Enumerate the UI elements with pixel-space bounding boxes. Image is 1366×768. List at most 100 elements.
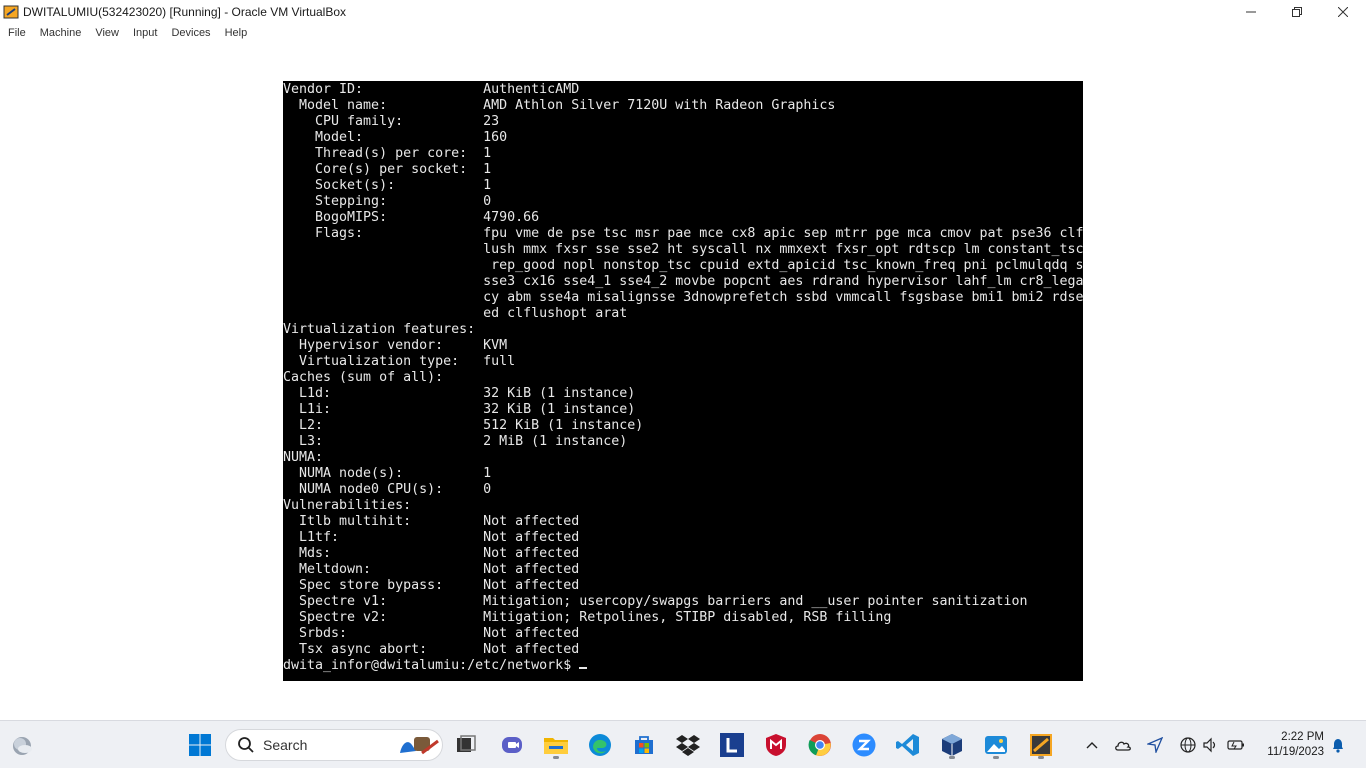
vscode-button[interactable] bbox=[892, 729, 924, 761]
terminal-line: lush mmx fxsr sse sse2 ht syscall nx mmx… bbox=[283, 242, 1083, 257]
terminal-line: Stepping: 0 bbox=[283, 194, 492, 209]
virtualbox-icon bbox=[942, 734, 962, 756]
terminal-line: Virtualization features: bbox=[283, 322, 476, 337]
terminal-line: Thread(s) per core: 1 bbox=[283, 146, 492, 161]
virtualbox-button[interactable] bbox=[936, 729, 968, 761]
terminal-line: Core(s) per socket: 1 bbox=[283, 162, 492, 177]
terminal-line: Virtualization type: full bbox=[283, 354, 516, 369]
restore-button[interactable] bbox=[1274, 0, 1320, 23]
chrome-button[interactable] bbox=[804, 729, 836, 761]
volume-tray-button[interactable] bbox=[1200, 735, 1220, 755]
close-button[interactable] bbox=[1320, 0, 1366, 23]
running-indicator bbox=[1038, 756, 1044, 759]
search-label: Search bbox=[263, 737, 308, 753]
zoom-icon bbox=[852, 733, 876, 757]
edge-button[interactable] bbox=[584, 729, 616, 761]
terminal-line: ed clflushopt arat bbox=[283, 306, 628, 321]
menu-devices[interactable]: Devices bbox=[164, 23, 217, 43]
widgets-button[interactable] bbox=[6, 729, 38, 761]
terminal-line: CPU family: 23 bbox=[283, 114, 500, 129]
mcafee-icon bbox=[766, 734, 786, 756]
store-button[interactable] bbox=[628, 729, 660, 761]
terminal-line: Vendor ID: AuthenticAMD bbox=[283, 82, 580, 97]
running-indicator bbox=[553, 756, 559, 759]
minimize-icon bbox=[1246, 11, 1256, 12]
taskbar-search[interactable]: Search bbox=[225, 729, 443, 761]
terminal-line: Meltdown: Not affected bbox=[283, 562, 580, 577]
running-indicator bbox=[993, 756, 999, 759]
start-icon bbox=[189, 734, 211, 756]
terminal-line: Model name: AMD Athlon Silver 7120U with… bbox=[283, 98, 836, 113]
menu-bar: File Machine View Input Devices Help bbox=[0, 23, 1366, 43]
onedrive-icon bbox=[1115, 741, 1131, 751]
terminal-line: Model: 160 bbox=[283, 130, 508, 145]
minimize-button[interactable] bbox=[1228, 0, 1274, 23]
terminal-prompt-line: dwita_infor@dwitalumiu:/etc/network$ bbox=[283, 658, 1083, 674]
teams-icon bbox=[502, 737, 522, 753]
chevron-up-icon bbox=[1086, 742, 1098, 749]
show-hidden-icons-button[interactable] bbox=[1082, 735, 1102, 755]
widgets-icon bbox=[13, 737, 32, 755]
terminal-line: cy abm sse4a misalignsse 3dnowprefetch s… bbox=[283, 290, 1083, 305]
taskbar: Search 2:22 PM 11/19/2023 bbox=[0, 720, 1366, 768]
restore-icon bbox=[1292, 6, 1302, 17]
l-app-icon bbox=[720, 733, 744, 757]
terminal-line: Srbds: Not affected bbox=[283, 626, 580, 641]
l-app-button[interactable] bbox=[716, 729, 748, 761]
file-explorer-button[interactable] bbox=[540, 729, 572, 761]
photos-icon bbox=[985, 736, 1007, 754]
terminal-line: sse3 cx16 sse4_1 sse4_2 movbe popcnt aes… bbox=[283, 274, 1083, 289]
terminal-line: Itlb multihit: Not affected bbox=[283, 514, 580, 529]
clock-time: 2:22 PM bbox=[1281, 731, 1324, 743]
notification-bell-icon bbox=[1333, 739, 1343, 753]
menu-file[interactable]: File bbox=[1, 23, 33, 43]
dropbox-button[interactable] bbox=[672, 729, 704, 761]
search-icon bbox=[238, 737, 254, 753]
vscode-icon bbox=[896, 734, 919, 756]
terminal-line: Spectre v1: Mitigation; usercopy/swapgs … bbox=[283, 594, 1028, 609]
photos-button[interactable] bbox=[980, 729, 1012, 761]
terminal-line: Spectre v2: Mitigation; Retpolines, STIB… bbox=[283, 610, 892, 625]
volume-icon bbox=[1203, 737, 1216, 753]
zoom-button[interactable] bbox=[848, 729, 880, 761]
window-controls bbox=[1228, 0, 1366, 23]
terminal-line: NUMA node0 CPU(s): 0 bbox=[283, 482, 492, 497]
running-indicator bbox=[949, 756, 955, 759]
terminal-line: Tsx async abort: Not affected bbox=[283, 642, 580, 657]
language-icon bbox=[1180, 737, 1196, 753]
terminal-line: Hypervisor vendor: KVM bbox=[283, 338, 508, 353]
start-button[interactable] bbox=[184, 729, 216, 761]
terminal-line: Vulnerabilities: bbox=[283, 498, 412, 513]
window-title: DWITALUMIU(532423020) [Running] - Oracle… bbox=[23, 4, 347, 19]
terminal-line: Flags: fpu vme de pse tsc msr pae mce cx… bbox=[283, 226, 1083, 241]
menu-machine[interactable]: Machine bbox=[33, 23, 89, 43]
onedrive-tray-button[interactable] bbox=[1113, 735, 1133, 755]
virtualbox-app-icon bbox=[3, 5, 19, 18]
mcafee-button[interactable] bbox=[760, 729, 792, 761]
close-icon bbox=[1338, 6, 1348, 17]
menu-help[interactable]: Help bbox=[218, 23, 255, 43]
terminal-line: NUMA node(s): 1 bbox=[283, 466, 492, 481]
window-titlebar: DWITALUMIU(532423020) [Running] - Oracle… bbox=[0, 0, 1366, 23]
terminal-line: L3: 2 MiB (1 instance) bbox=[283, 434, 628, 449]
location-tray-button[interactable] bbox=[1145, 735, 1165, 755]
store-icon bbox=[635, 736, 653, 754]
language-tray-button[interactable] bbox=[1178, 735, 1198, 755]
menu-view[interactable]: View bbox=[88, 23, 126, 43]
task-view-button[interactable] bbox=[450, 729, 482, 761]
terminal-line: NUMA: bbox=[283, 450, 324, 465]
teams-button[interactable] bbox=[496, 729, 528, 761]
battery-icon bbox=[1227, 740, 1244, 750]
battery-tray-button[interactable] bbox=[1226, 735, 1246, 755]
clock-date: 11/19/2023 bbox=[1267, 746, 1324, 758]
system-clock[interactable]: 2:22 PM 11/19/2023 bbox=[1267, 730, 1324, 760]
terminal-line: Socket(s): 1 bbox=[283, 178, 492, 193]
edge-icon bbox=[589, 734, 611, 756]
notifications-button[interactable] bbox=[1328, 735, 1348, 755]
terminal-line: Spec store bypass: Not affected bbox=[283, 578, 580, 593]
terminal-line: BogoMIPS: 4790.66 bbox=[283, 210, 540, 225]
terminal-cursor bbox=[579, 667, 588, 669]
vm-terminal[interactable]: Vendor ID: AuthenticAMD Model name: AMD … bbox=[283, 81, 1083, 681]
clipboard-app-button[interactable] bbox=[1025, 729, 1057, 761]
menu-input[interactable]: Input bbox=[126, 23, 164, 43]
